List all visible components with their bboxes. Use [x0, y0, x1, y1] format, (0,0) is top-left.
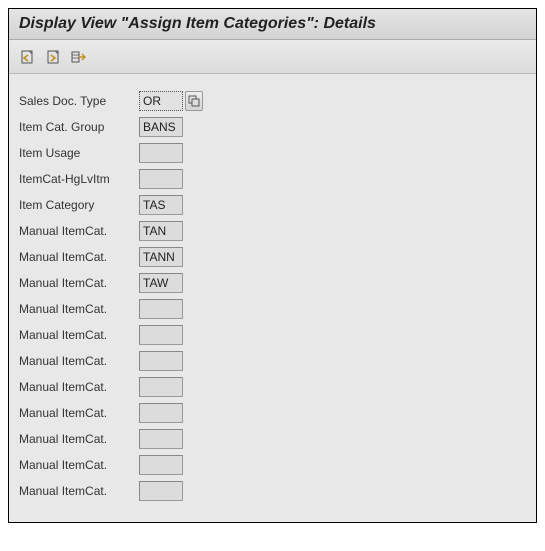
field-label: Sales Doc. Type [19, 94, 139, 108]
field-wrap [139, 169, 183, 189]
field-input[interactable] [139, 169, 183, 189]
form-row: ItemCat-HgLvItm [19, 166, 526, 192]
page-arrow-left-icon [19, 49, 35, 65]
toolbar-btn-overview[interactable] [69, 47, 89, 67]
field-label: Manual ItemCat. [19, 406, 139, 420]
page-arrow-right-icon [45, 49, 61, 65]
form-row: Manual ItemCat. [19, 296, 526, 322]
form-row: Manual ItemCat. [19, 218, 526, 244]
field-wrap [139, 117, 183, 137]
field-wrap [139, 143, 183, 163]
field-wrap [139, 351, 183, 371]
field-input[interactable] [139, 221, 183, 241]
field-input[interactable] [139, 429, 183, 449]
toolbar-btn-prev[interactable] [17, 47, 37, 67]
field-input[interactable] [139, 91, 183, 111]
form-row: Sales Doc. Type [19, 88, 526, 114]
field-wrap [139, 455, 183, 475]
field-label: ItemCat-HgLvItm [19, 172, 139, 186]
value-help-icon [188, 95, 200, 107]
field-wrap [139, 247, 183, 267]
field-input[interactable] [139, 351, 183, 371]
field-input[interactable] [139, 117, 183, 137]
field-input[interactable] [139, 195, 183, 215]
form-row: Item Usage [19, 140, 526, 166]
field-wrap [139, 273, 183, 293]
field-label: Manual ItemCat. [19, 380, 139, 394]
field-input[interactable] [139, 377, 183, 397]
field-wrap [139, 403, 183, 423]
field-input[interactable] [139, 455, 183, 475]
field-input[interactable] [139, 143, 183, 163]
form-row: Manual ItemCat. [19, 426, 526, 452]
field-wrap [139, 221, 183, 241]
field-wrap [139, 299, 183, 319]
form-row: Manual ItemCat. [19, 400, 526, 426]
field-wrap [139, 377, 183, 397]
field-label: Item Usage [19, 146, 139, 160]
form-area: Sales Doc. Type Item Cat. Group Item Usage… [9, 74, 536, 522]
field-label: Manual ItemCat. [19, 250, 139, 264]
form-row: Manual ItemCat. [19, 374, 526, 400]
form-row: Manual ItemCat. [19, 322, 526, 348]
field-wrap [139, 429, 183, 449]
toolbar [9, 40, 536, 74]
field-label: Manual ItemCat. [19, 302, 139, 316]
field-label: Manual ItemCat. [19, 328, 139, 342]
field-label: Manual ItemCat. [19, 458, 139, 472]
field-input[interactable] [139, 403, 183, 423]
table-overview-icon [71, 49, 87, 65]
field-input[interactable] [139, 273, 183, 293]
form-row: Item Category [19, 192, 526, 218]
field-label: Item Cat. Group [19, 120, 139, 134]
toolbar-btn-next[interactable] [43, 47, 63, 67]
field-input[interactable] [139, 481, 183, 501]
window: Display View "Assign Item Categories": D… [8, 8, 537, 523]
field-input[interactable] [139, 247, 183, 267]
form-row: Manual ItemCat. [19, 348, 526, 374]
field-label: Manual ItemCat. [19, 276, 139, 290]
field-label: Manual ItemCat. [19, 432, 139, 446]
field-wrap [139, 91, 203, 111]
value-help-button[interactable] [185, 91, 203, 111]
field-input[interactable] [139, 299, 183, 319]
field-wrap [139, 481, 183, 501]
form-row: Manual ItemCat. [19, 270, 526, 296]
form-row: Manual ItemCat. [19, 244, 526, 270]
page-title: Display View "Assign Item Categories": D… [9, 9, 536, 40]
field-label: Manual ItemCat. [19, 224, 139, 238]
form-row: Manual ItemCat. [19, 478, 526, 504]
field-input[interactable] [139, 325, 183, 345]
form-row: Manual ItemCat. [19, 452, 526, 478]
field-wrap [139, 195, 183, 215]
form-row: Item Cat. Group [19, 114, 526, 140]
field-label: Item Category [19, 198, 139, 212]
field-label: Manual ItemCat. [19, 484, 139, 498]
field-label: Manual ItemCat. [19, 354, 139, 368]
field-wrap [139, 325, 183, 345]
